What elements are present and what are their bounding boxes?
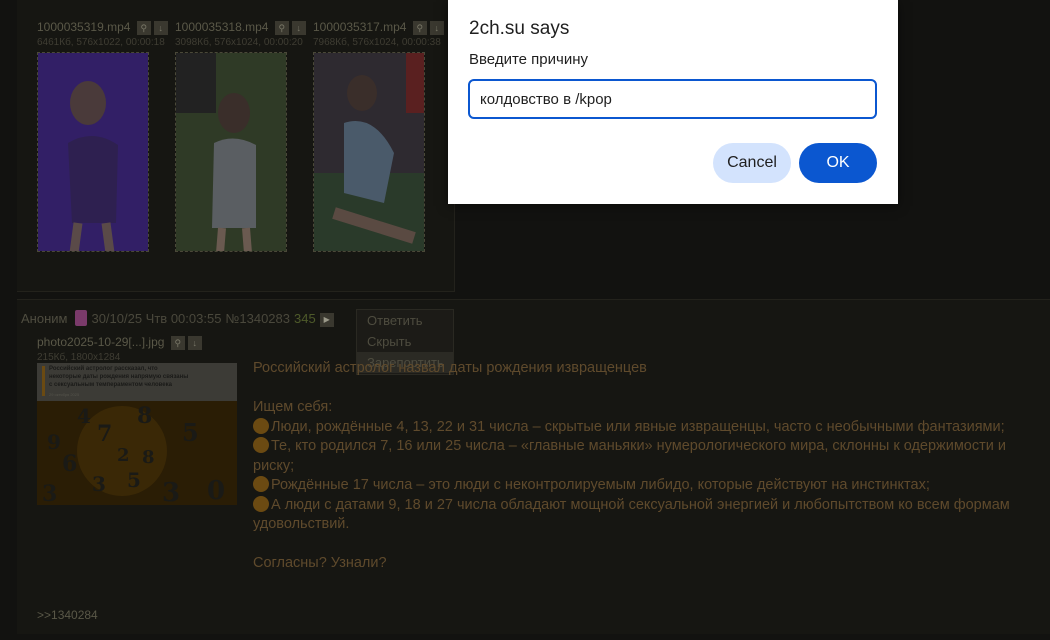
avatar-icon — [75, 310, 88, 326]
video-thumbnail[interactable] — [175, 52, 287, 252]
ok-button[interactable]: OK — [799, 143, 877, 183]
svg-text:3: 3 — [92, 472, 106, 496]
post-number[interactable]: №1340283 — [225, 311, 290, 326]
menu-item-reply[interactable]: Ответить — [357, 310, 453, 331]
svg-text:8: 8 — [137, 403, 152, 429]
magnifier-icon[interactable]: ⚲ — [274, 21, 289, 36]
post-datetime: 30/10/25 Чтв 00:03:55 — [91, 311, 222, 326]
svg-text:5: 5 — [182, 418, 199, 447]
list-item-text: Люди, рождённые 4, 13, 22 и 31 числа – с… — [271, 418, 1005, 435]
svg-text:7: 7 — [97, 421, 112, 447]
thumb-headline: Российский астролог рассказал, что — [49, 366, 158, 372]
thumb-headline: некоторые даты рождения напрямую связаны — [49, 374, 189, 380]
post-body: Российский астролог назвал даты рождения… — [253, 359, 1043, 574]
thumb-date: 29 октября 2025 — [49, 392, 80, 397]
magnifier-icon[interactable]: ⚲ — [170, 336, 185, 351]
list-item-text: Те, кто родился 7, 16 или 25 числа – «гл… — [253, 438, 1006, 474]
file-entry: 1000035319.mp4 ⚲ ↓ 6461Кб, 576x1022, 00:0… — [37, 20, 168, 48]
page-background: 1000035319.mp4 ⚲ ↓ 6461Кб, 576x1022, 00:0… — [0, 0, 1050, 640]
download-icon[interactable]: ↓ — [429, 21, 444, 36]
reason-input[interactable] — [468, 79, 877, 119]
orange-circle-icon — [253, 437, 269, 453]
file-meta: 215Кб, 1800x1284 — [37, 352, 121, 364]
file-entry: 1000035318.mp4 ⚲ ↓ 3098Кб, 576x1024, 00:0… — [175, 20, 306, 48]
post-title: Российский астролог назвал даты рождения… — [253, 360, 647, 376]
file-meta: 3098Кб, 576x1024, 00:00:20 — [175, 37, 303, 49]
file-entry: 1000035317.mp4 ⚲ ↓ 7968Кб, 576x1024, 00:0… — [313, 20, 444, 48]
dialog-title: 2ch.su says — [469, 18, 570, 39]
svg-text:3: 3 — [162, 478, 180, 505]
list-item: А люди с датами 9, 18 и 27 числа обладаю… — [253, 495, 1043, 535]
list-item-text: Рождённые 17 числа – это люди с неконтро… — [271, 477, 930, 493]
file-name-link[interactable]: photo2025-10-29[...].jpg — [37, 335, 164, 349]
menu-item-hide[interactable]: Скрыть — [357, 331, 453, 352]
file-meta: 7968Кб, 576x1024, 00:00:38 — [313, 37, 441, 49]
download-icon[interactable]: ↓ — [291, 21, 306, 36]
post-author: Аноним — [21, 311, 68, 326]
download-icon[interactable]: ↓ — [187, 336, 202, 351]
reply-link[interactable]: >>1340284 — [37, 608, 98, 622]
reply-count: 345 — [294, 311, 316, 326]
thumb-headline-block: Российский астролог рассказал, что некот… — [37, 363, 237, 401]
previous-post: 1000035319.mp4 ⚲ ↓ 6461Кб, 576x1022, 00:0… — [17, 0, 455, 292]
file-meta: 6461Кб, 576x1022, 00:00:18 — [37, 37, 165, 49]
thumb-headline: с сексуальным темпераментом человека — [49, 382, 172, 388]
file-name-link[interactable]: 1000035319.mp4 — [37, 20, 130, 34]
svg-text:5: 5 — [127, 468, 141, 492]
post-image-thumbnail[interactable]: Российский астролог рассказал, что некот… — [37, 363, 237, 505]
list-item: Рождённые 17 числа – это люди с неконтро… — [253, 476, 1043, 496]
svg-text:6: 6 — [62, 451, 77, 477]
numbers-illustration: 4 8 5 9 7 6 2 8 3 5 3 3 0 — [37, 401, 237, 505]
download-icon[interactable]: ↓ — [153, 21, 168, 36]
post-intro: Ищем себя: — [253, 399, 333, 415]
post-file-entry: photo2025-10-29[...].jpg ⚲ ↓ 215Кб, 1800x… — [37, 335, 202, 363]
svg-text:2: 2 — [117, 445, 130, 466]
post-header: Аноним 30/10/25 Чтв 00:03:55 №1340283 345 ▶ — [21, 310, 338, 327]
dialog-message: Введите причину — [469, 51, 588, 68]
list-item-text: А люди с датами 9, 18 и 27 числа обладаю… — [253, 496, 1010, 533]
orange-circle-icon — [253, 495, 269, 512]
video-thumbnail[interactable] — [37, 52, 149, 252]
play-icon[interactable]: ▶ — [319, 313, 334, 327]
prompt-dialog: 2ch.su says Введите причину Cancel OK — [448, 0, 898, 204]
orange-circle-icon — [253, 476, 269, 492]
list-item: Люди, рождённые 4, 13, 22 и 31 числа – с… — [253, 417, 1043, 438]
post-outro: Согласны? Узнали? — [253, 555, 387, 571]
magnifier-icon[interactable]: ⚲ — [136, 21, 151, 36]
file-name-link[interactable]: 1000035318.mp4 — [175, 20, 268, 34]
svg-text:0: 0 — [207, 476, 225, 505]
svg-text:9: 9 — [47, 430, 61, 454]
cancel-button[interactable]: Cancel — [713, 143, 791, 183]
file-name-link[interactable]: 1000035317.mp4 — [313, 20, 406, 34]
svg-text:3: 3 — [42, 481, 57, 505]
magnifier-icon[interactable]: ⚲ — [412, 21, 427, 36]
list-item: Те, кто родился 7, 16 или 25 числа – «гл… — [253, 437, 1043, 476]
orange-circle-icon — [253, 417, 269, 434]
svg-text:8: 8 — [142, 447, 155, 468]
video-thumbnail[interactable] — [313, 52, 425, 252]
svg-text:4: 4 — [77, 404, 91, 428]
